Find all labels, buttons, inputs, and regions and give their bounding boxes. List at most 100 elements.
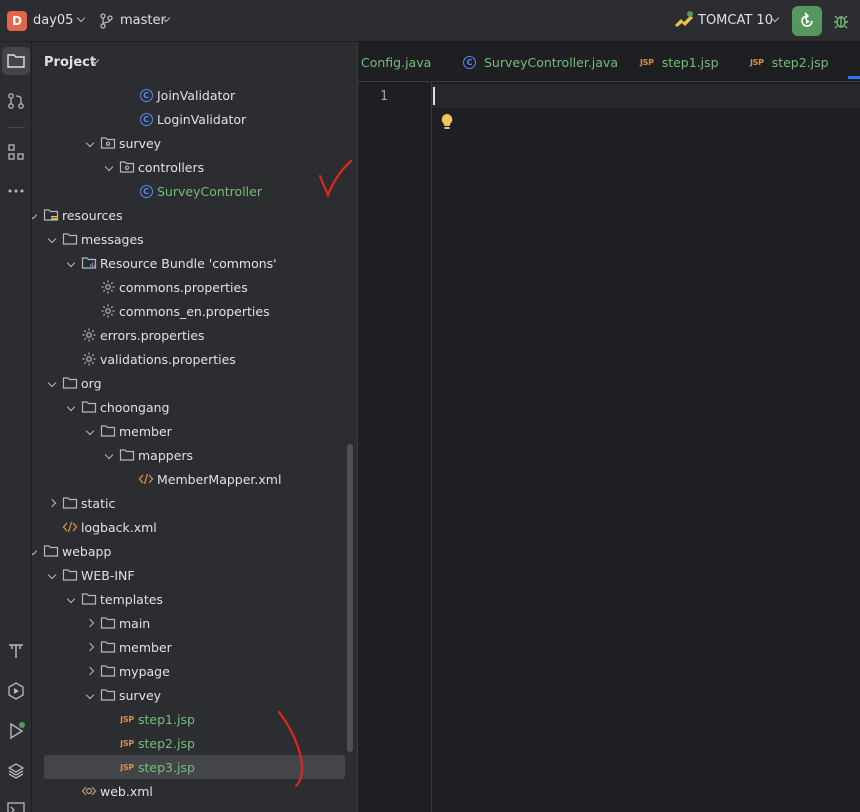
expand-chevron-down-icon[interactable] xyxy=(103,161,115,173)
bug-icon xyxy=(834,15,848,29)
expand-chevron-down-icon[interactable] xyxy=(65,257,77,269)
project-tool-button[interactable] xyxy=(2,47,30,75)
tree-item[interactable]: main xyxy=(44,611,345,635)
tree-item[interactable]: Resource Bundle 'commons' xyxy=(44,251,345,275)
editor-tab-label: Config.java xyxy=(361,54,432,70)
tree-item[interactable]: member xyxy=(44,635,345,659)
folder-icon xyxy=(62,375,78,391)
collapse-chevron-right-icon[interactable] xyxy=(46,497,58,509)
tree-item[interactable]: C JoinValidator xyxy=(44,83,345,107)
tree-item[interactable]: validations.properties xyxy=(44,347,345,371)
tree-item-label: LoginValidator xyxy=(157,111,247,127)
collapse-chevron-right-icon[interactable] xyxy=(84,641,96,653)
tree-item[interactable]: web.xml xyxy=(44,779,345,803)
editor-area: Config.java C SurveyController.java JSP step… xyxy=(357,42,860,812)
editor-tab[interactable]: JSP step2.jsp xyxy=(750,42,829,81)
tree-item-label: commons_en.properties xyxy=(119,303,270,319)
expand-chevron-down-icon[interactable] xyxy=(46,569,58,581)
tree-item[interactable]: mappers xyxy=(44,443,345,467)
panel-title[interactable]: Project xyxy=(44,55,96,70)
run-tool-button[interactable] xyxy=(2,717,30,745)
tree-item[interactable]: webapp xyxy=(32,539,345,563)
class-icon: C xyxy=(138,111,154,127)
tree-item[interactable]: logback.xml xyxy=(44,515,345,539)
web-xml-icon xyxy=(81,783,97,799)
git-branch-icon[interactable] xyxy=(99,13,113,29)
tree-item-label: member xyxy=(119,639,172,655)
expand-chevron-down-icon[interactable] xyxy=(46,377,58,389)
tree-item-label: member xyxy=(119,423,172,439)
tree-item[interactable]: choongang xyxy=(44,395,345,419)
tree-item[interactable]: JSP step2.jsp xyxy=(44,731,345,755)
expand-chevron-down-icon[interactable] xyxy=(65,593,77,605)
project-name[interactable]: day05 xyxy=(33,13,73,28)
tree-item[interactable]: C SurveyController xyxy=(44,179,345,203)
folder-icon xyxy=(100,639,116,655)
expand-chevron-down-icon[interactable] xyxy=(84,425,96,437)
collapse-chevron-right-icon[interactable] xyxy=(84,665,96,677)
title-bar: D day05 master TOMCAT 10 xyxy=(0,0,860,42)
collapse-chevron-right-icon[interactable] xyxy=(84,617,96,629)
expand-chevron-down-icon[interactable] xyxy=(84,137,96,149)
editor-tab[interactable]: C SurveyController.java xyxy=(463,42,618,81)
editor-tab-label: step2.jsp xyxy=(771,54,829,70)
structure-tool-button[interactable] xyxy=(2,138,30,166)
tool-window-strip xyxy=(0,42,32,812)
more-tools-button[interactable] xyxy=(2,177,30,205)
commit-tool-button[interactable] xyxy=(2,87,30,115)
tree-item-label: validations.properties xyxy=(100,351,236,367)
tree-item[interactable]: templates xyxy=(44,587,345,611)
expand-chevron-down-icon[interactable] xyxy=(32,545,39,557)
line-number: 1 xyxy=(380,89,388,104)
project-badge[interactable]: D xyxy=(7,11,27,31)
run-configuration-name[interactable]: TOMCAT 10 xyxy=(698,13,773,28)
tree-item-label: main xyxy=(119,615,151,631)
tree-item[interactable]: resources xyxy=(32,203,345,227)
terminal-tool-button[interactable] xyxy=(2,796,30,812)
project-chevron-down-icon[interactable] xyxy=(76,13,86,23)
tree-item[interactable]: commons.properties xyxy=(44,275,345,299)
more-icon xyxy=(8,189,24,193)
active-tab-indicator xyxy=(848,76,860,79)
folder-icon xyxy=(100,423,116,439)
expand-chevron-down-icon[interactable] xyxy=(103,449,115,461)
tree-item[interactable]: WEB-INF xyxy=(44,563,345,587)
services-tool-button[interactable] xyxy=(2,677,30,705)
text-caret xyxy=(433,87,435,105)
tree-item[interactable]: static xyxy=(44,491,345,515)
tree-item[interactable]: controllers xyxy=(44,155,345,179)
tree-item[interactable]: commons_en.properties xyxy=(44,299,345,323)
editor-gutter xyxy=(358,82,432,812)
editor-tab[interactable]: Config.java xyxy=(361,42,432,81)
tree-item[interactable]: member xyxy=(44,419,345,443)
tree-item[interactable]: errors.properties xyxy=(44,323,345,347)
tree-item-label: commons.properties xyxy=(119,279,248,295)
editor-tab[interactable]: JSP step1.jsp xyxy=(640,42,719,81)
tree-item[interactable]: survey xyxy=(44,683,345,707)
layers-tool-button[interactable] xyxy=(2,757,30,785)
package-icon xyxy=(100,135,116,151)
tree-item[interactable]: JSP step1.jsp xyxy=(44,707,345,731)
expand-chevron-down-icon[interactable] xyxy=(46,233,58,245)
rerun-button[interactable] xyxy=(792,6,822,36)
debug-button[interactable] xyxy=(830,9,852,33)
tree-item[interactable]: messages xyxy=(44,227,345,251)
expand-chevron-down-icon[interactable] xyxy=(84,689,96,701)
xml-icon xyxy=(138,471,154,487)
class-icon: C xyxy=(463,55,476,69)
tree-item[interactable]: survey xyxy=(44,131,345,155)
jsp-icon: JSP xyxy=(120,714,134,724)
tree-item[interactable]: org xyxy=(44,371,345,395)
tree-item[interactable]: JSP step3.jsp xyxy=(44,755,345,779)
tree-item[interactable]: mypage xyxy=(44,659,345,683)
tree-item-label: step1.jsp xyxy=(138,711,195,727)
tree-scrollbar[interactable] xyxy=(347,444,353,752)
expand-chevron-down-icon[interactable] xyxy=(65,401,77,413)
endpoints-tool-button[interactable] xyxy=(2,637,30,665)
properties-icon xyxy=(81,351,97,367)
tree-item[interactable]: C LoginValidator xyxy=(44,107,345,131)
expand-chevron-down-icon[interactable] xyxy=(32,209,39,221)
lightbulb-icon[interactable] xyxy=(440,113,454,131)
branch-name[interactable]: master xyxy=(120,13,166,28)
tree-item[interactable]: MemberMapper.xml xyxy=(44,467,345,491)
